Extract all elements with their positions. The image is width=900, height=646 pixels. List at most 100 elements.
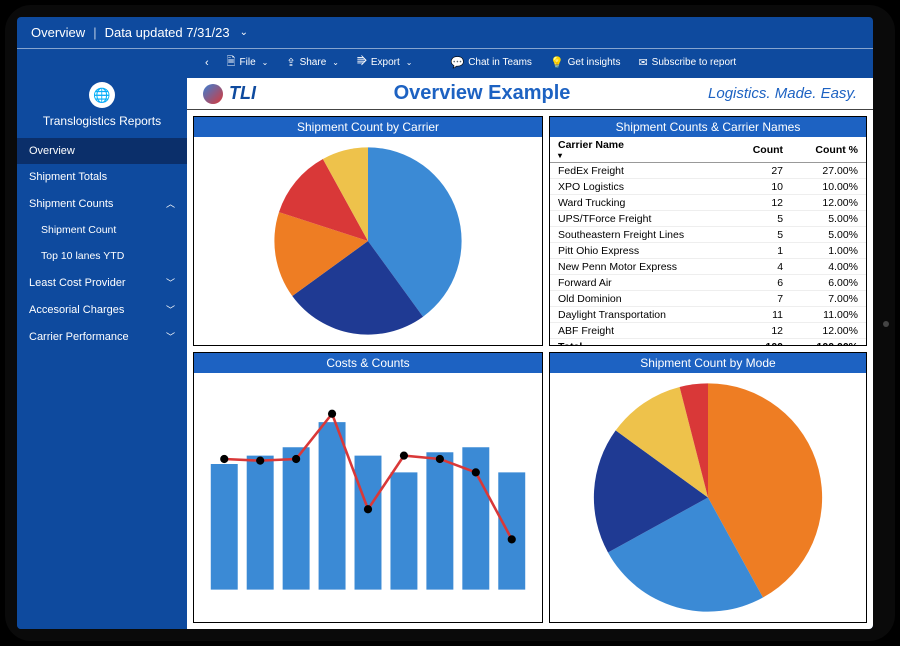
bar[interactable]	[426, 452, 453, 589]
export-menu[interactable]: ⭆ Export ⌄	[357, 56, 413, 69]
data-point[interactable]	[508, 535, 516, 543]
app-screen: Overview | Data updated 7/31/23 ⌄ ‹ 🗎 Fi…	[17, 17, 873, 629]
separator: |	[93, 25, 96, 40]
chat-teams-button[interactable]: 💬 Chat in Teams	[450, 56, 531, 69]
data-updated-label[interactable]: Data updated 7/31/23	[105, 25, 230, 40]
logo-icon: 🌐	[89, 82, 115, 108]
panel-table: Shipment Counts & Carrier Names Carrier …	[549, 116, 867, 346]
tablet-frame: Overview | Data updated 7/31/23 ⌄ ‹ 🗎 Fi…	[5, 5, 895, 641]
bar[interactable]	[390, 472, 417, 589]
sidebar-item-shipment-count[interactable]: Shipment Count	[17, 217, 187, 243]
panel-pie-mode: Shipment Count by Mode	[549, 352, 867, 623]
table-row[interactable]: New Penn Motor Express44.00%	[550, 259, 866, 275]
tagline: Logistics. Made. Easy.	[708, 85, 857, 102]
sidebar-item-label: Carrier Performance	[29, 331, 129, 343]
table-row[interactable]: UPS/TForce Freight55.00%	[550, 211, 866, 227]
bar[interactable]	[211, 464, 238, 590]
panel-title: Shipment Counts & Carrier Names	[550, 117, 866, 137]
table-row[interactable]: XPO Logistics1010.00%	[550, 179, 866, 195]
table-row[interactable]: Daylight Transportation1111.00%	[550, 307, 866, 323]
file-menu[interactable]: 🗎 File ⌄	[227, 53, 269, 72]
chevron-down-icon: ﹀	[166, 276, 175, 289]
sidebar-item-least-cost-provider[interactable]: Least Cost Provider ﹀	[17, 269, 187, 296]
col-carrier[interactable]: Carrier Name ▾	[550, 137, 732, 163]
back-icon[interactable]: ‹	[205, 57, 209, 69]
sidebar-item-label: Overview	[29, 145, 75, 157]
chevron-down-icon: ﹀	[166, 303, 175, 316]
content-area: 🌐 Translogistics Reports Overview Shipmen…	[17, 78, 873, 629]
export-icon: ⭆	[357, 56, 367, 69]
table-row[interactable]: Southeastern Freight Lines55.00%	[550, 227, 866, 243]
sidebar-item-accesorial-charges[interactable]: Accesorial Charges ﹀	[17, 296, 187, 323]
chevron-down-icon: ⌄	[262, 58, 269, 67]
data-point[interactable]	[220, 455, 228, 463]
sidebar-item-label: Shipment Count	[41, 224, 116, 236]
sidebar-logo: 🌐 Translogistics Reports	[17, 78, 187, 138]
sidebar-item-carrier-performance[interactable]: Carrier Performance﹀	[17, 323, 187, 350]
get-insights-button[interactable]: 💡 Get insights	[550, 56, 621, 69]
col-count[interactable]: Count	[732, 137, 791, 163]
main-header: TLI Overview Example Logistics. Made. Ea…	[187, 78, 873, 110]
sort-desc-icon: ▾	[558, 151, 724, 160]
sidebar-item-shipment-counts[interactable]: Shipment Counts ︿	[17, 190, 187, 217]
header-bar: Overview | Data updated 7/31/23 ⌄	[17, 17, 873, 49]
sidebar-item-label: Least Cost Provider	[29, 277, 126, 289]
bar[interactable]	[283, 447, 310, 589]
sidebar-item-overview[interactable]: Overview	[17, 138, 187, 164]
breadcrumb-overview[interactable]: Overview	[31, 25, 85, 40]
pie-chart-carrier[interactable]	[194, 137, 542, 345]
panel-title: Costs & Counts	[194, 353, 542, 373]
data-point[interactable]	[256, 457, 264, 465]
data-point[interactable]	[328, 410, 336, 418]
table-row[interactable]: Old Dominion77.00%	[550, 291, 866, 307]
table-row[interactable]: ABF Freight1212.00%	[550, 323, 866, 339]
globe-icon	[203, 84, 223, 104]
sidebar-title: Translogistics Reports	[43, 114, 161, 128]
sidebar: 🌐 Translogistics Reports Overview Shipmen…	[17, 78, 187, 629]
data-point[interactable]	[292, 455, 300, 463]
logo-text: TLI	[229, 83, 256, 104]
share-menu[interactable]: ⇪ Share ⌄	[286, 56, 339, 69]
bulb-icon: 💡	[550, 56, 564, 69]
bar[interactable]	[247, 456, 274, 590]
data-point[interactable]	[436, 455, 444, 463]
share-icon: ⇪	[286, 56, 295, 69]
table-row[interactable]: FedEx Freight2727.00%	[550, 163, 866, 179]
panel-costs-counts: Costs & Counts	[193, 352, 543, 623]
chevron-down-icon[interactable]: ⌄	[240, 27, 248, 38]
sidebar-item-shipment-totals[interactable]: Shipment Totals	[17, 164, 187, 190]
file-label: File	[240, 57, 256, 68]
bar[interactable]	[355, 456, 382, 590]
table-total-row: Total100100.00%	[550, 339, 866, 346]
chat-label: Chat in Teams	[468, 57, 532, 68]
insights-label: Get insights	[568, 57, 621, 68]
mail-icon: ✉	[638, 56, 647, 69]
sidebar-item-label: Shipment Counts	[29, 198, 113, 210]
chat-icon: 💬	[450, 56, 464, 69]
panel-title: Shipment Count by Mode	[550, 353, 866, 373]
page-title: Overview Example	[394, 82, 571, 105]
data-point[interactable]	[472, 468, 480, 476]
table-row[interactable]: Ward Trucking1212.00%	[550, 195, 866, 211]
table-row[interactable]: Pitt Ohio Express11.00%	[550, 243, 866, 259]
bar-line-chart[interactable]	[194, 373, 542, 622]
table-row[interactable]: Forward Air66.00%	[550, 275, 866, 291]
chevron-down-icon: ⌄	[332, 58, 339, 67]
bar[interactable]	[319, 422, 346, 589]
bar[interactable]	[498, 472, 525, 589]
carrier-table[interactable]: Carrier Name ▾ Count Count % FedEx Freig…	[550, 137, 866, 345]
share-label: Share	[300, 57, 327, 68]
col-pct[interactable]: Count %	[791, 137, 866, 163]
sidebar-item-label: Top 10 lanes YTD	[41, 250, 124, 262]
sidebar-item-label: Accesorial Charges	[29, 304, 124, 316]
data-point[interactable]	[364, 505, 372, 513]
pie-chart-mode[interactable]	[550, 373, 866, 622]
dashboard-grid: Shipment Count by Carrier Shipment Count…	[187, 110, 873, 629]
data-point[interactable]	[400, 452, 408, 460]
file-icon: 🗎	[227, 53, 236, 72]
subscribe-button[interactable]: ✉ Subscribe to report	[638, 56, 736, 69]
power-button[interactable]	[883, 321, 889, 327]
sidebar-item-top-10-lanes-ytd[interactable]: Top 10 lanes YTD	[17, 243, 187, 269]
chevron-up-icon: ︿	[166, 197, 175, 210]
panel-title: Shipment Count by Carrier	[194, 117, 542, 137]
